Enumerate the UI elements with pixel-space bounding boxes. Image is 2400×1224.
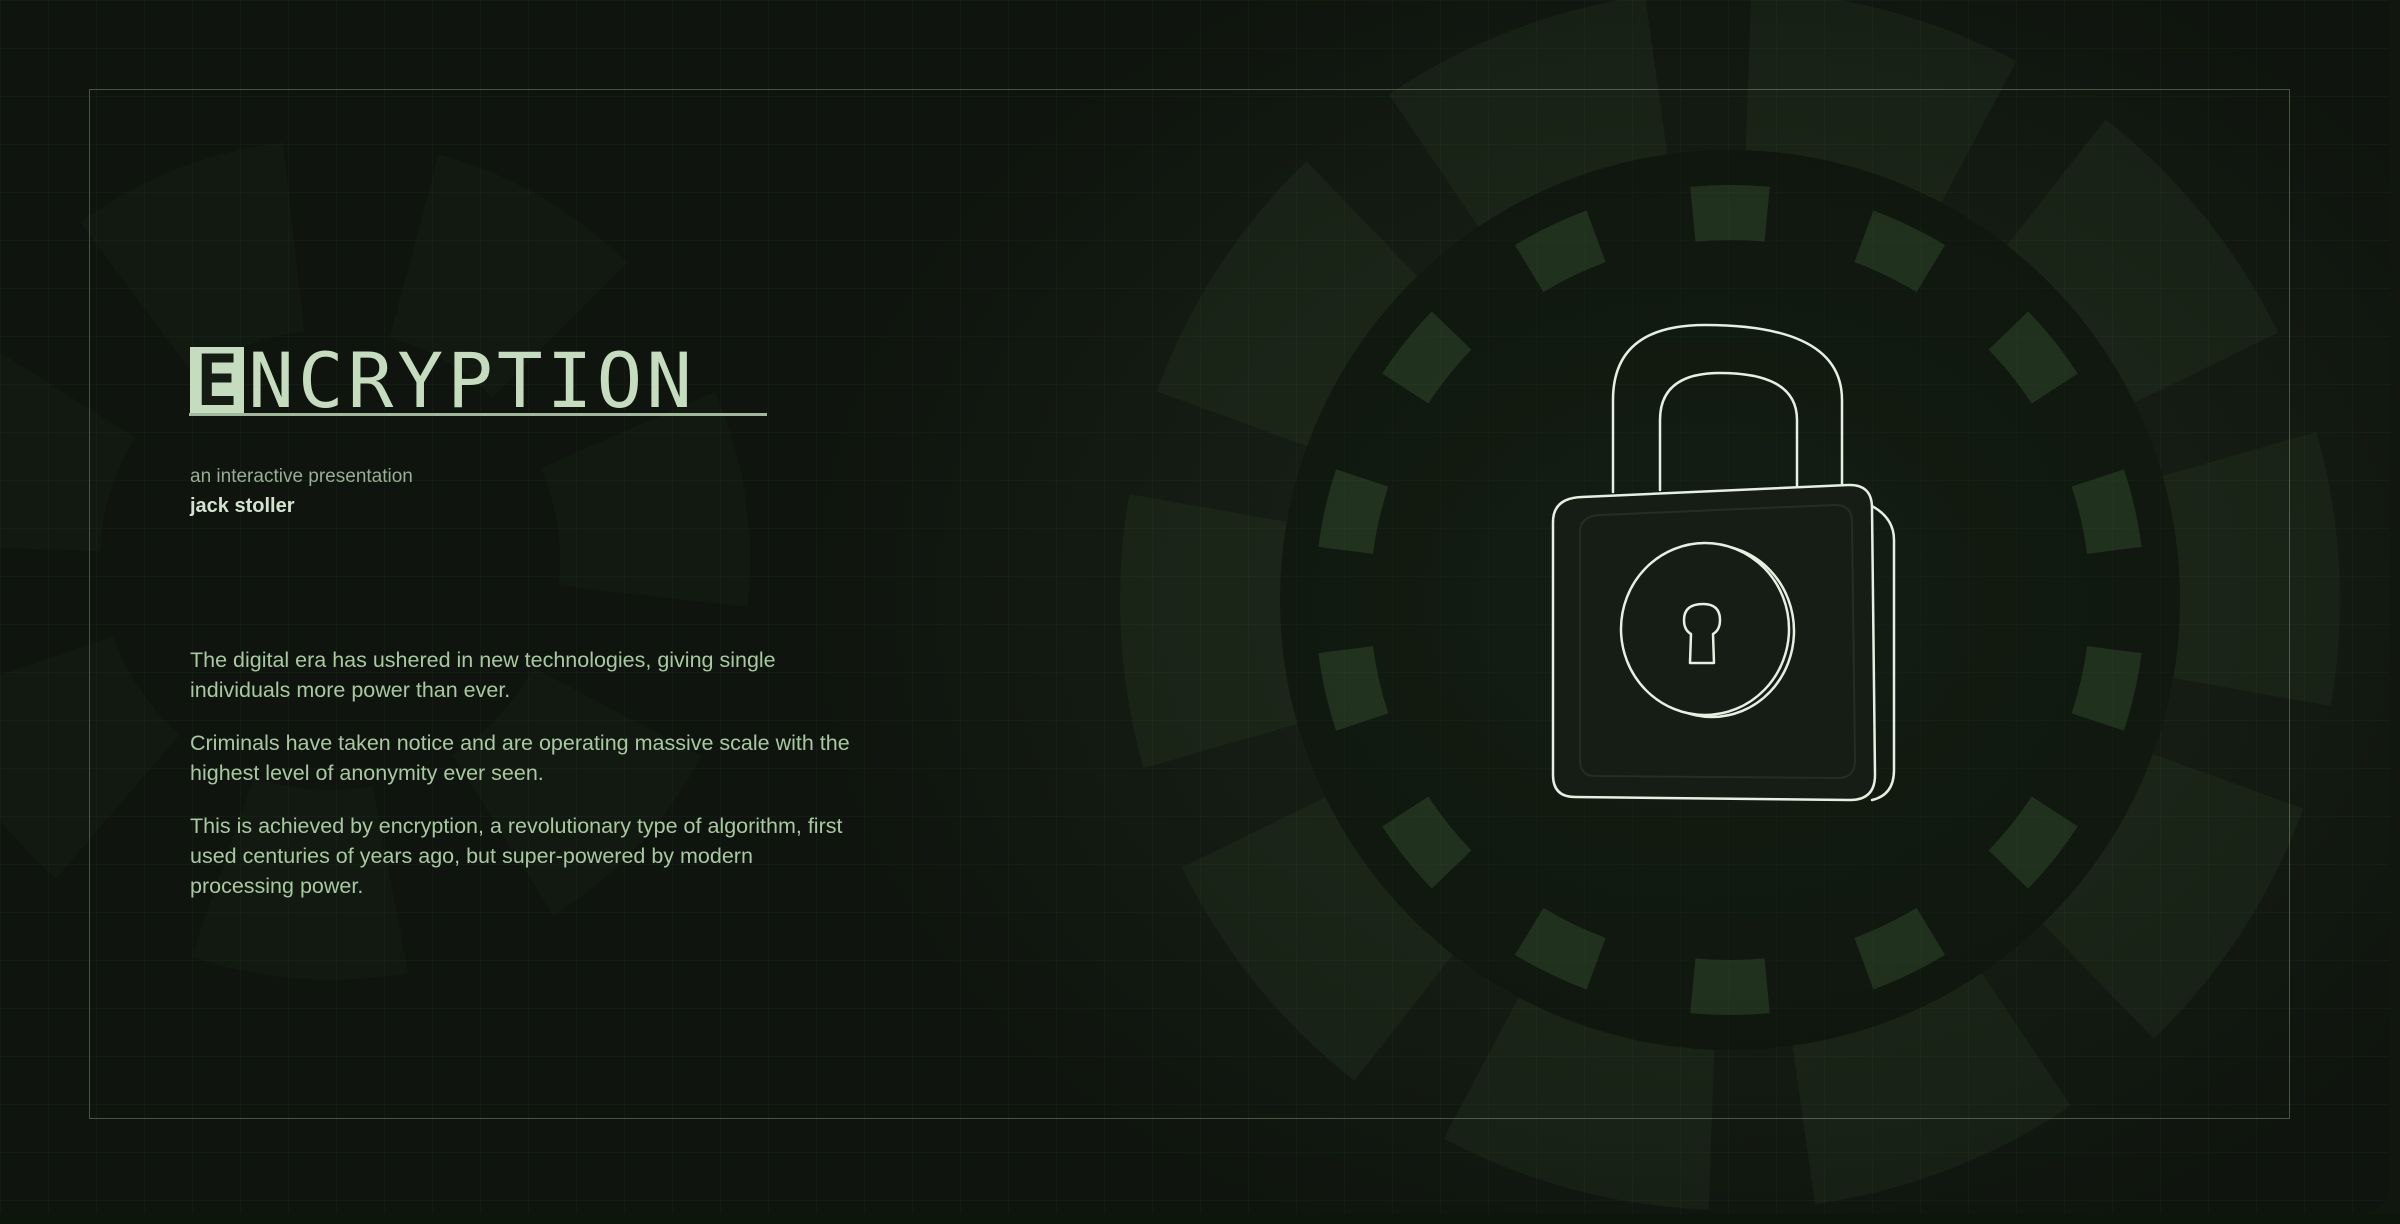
shackle-outer — [1611, 323, 1844, 494]
padlock-icon — [1551, 323, 1896, 802]
shackle-inner — [1658, 371, 1799, 492]
lock-dial — [1619, 541, 1791, 717]
slide: E NCRYPTION an interactive presentation … — [0, 0, 2390, 1214]
bottom-strip — [0, 1214, 2400, 1224]
